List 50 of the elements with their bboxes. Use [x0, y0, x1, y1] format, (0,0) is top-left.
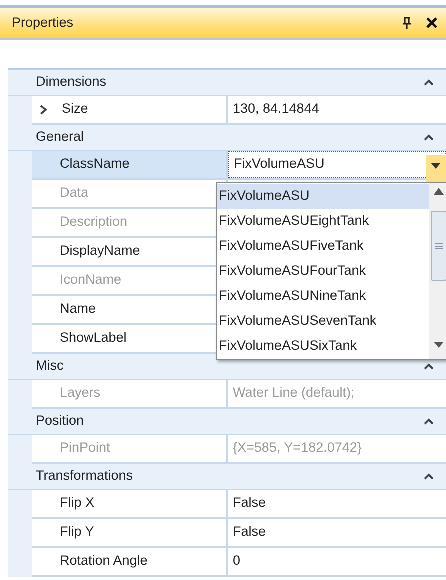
- category-label: Dimensions: [36, 73, 108, 92]
- property-name: PinPoint: [60, 439, 110, 458]
- collapse-chevron-icon[interactable]: [424, 79, 434, 86]
- collapse-chevron-icon[interactable]: [424, 134, 434, 141]
- property-value: False: [233, 494, 266, 512]
- grip-icon: [435, 242, 443, 250]
- property-name: Layers: [60, 384, 101, 402]
- property-name: Rotation Angle: [60, 552, 148, 570]
- property-name: DisplayName: [60, 242, 140, 260]
- property-name-cell[interactable]: Size: [32, 96, 216, 123]
- property-name: Data: [60, 184, 89, 202]
- property-name: ClassName: [60, 155, 130, 174]
- property-name: Size: [62, 100, 88, 118]
- dropdown-button[interactable]: [426, 155, 446, 182]
- dropdown-arrow-icon: [431, 163, 441, 169]
- dropdown-item[interactable]: FixVolumeASU: [217, 184, 429, 209]
- pin-icon[interactable]: [402, 17, 412, 29]
- property-name: Name: [60, 300, 96, 318]
- property-name: Description: [60, 213, 128, 232]
- category-label: Transformations: [36, 467, 134, 486]
- property-name: Flip X: [60, 494, 95, 512]
- property-name-cell[interactable]: Flip X: [32, 490, 216, 517]
- property-value: False: [233, 523, 266, 542]
- category-label: Position: [36, 412, 86, 430]
- property-name-cell[interactable]: Name: [32, 296, 216, 323]
- scrollbar[interactable]: [429, 183, 446, 359]
- property-name-cell[interactable]: DisplayName: [32, 238, 216, 265]
- property-value: {X=585, Y=182.0742}: [233, 439, 362, 458]
- collapse-chevron-icon[interactable]: [424, 473, 434, 480]
- property-name: Flip Y: [60, 523, 94, 542]
- property-value: 0: [233, 552, 241, 570]
- scroll-up-icon[interactable]: [433, 187, 445, 197]
- close-icon[interactable]: [426, 17, 438, 29]
- property-value: 130, 84.14844: [233, 100, 320, 118]
- scroll-down-icon[interactable]: [433, 341, 445, 349]
- dropdown-item[interactable]: FixVolumeASUSixTank: [217, 334, 429, 359]
- scroll-thumb[interactable]: [431, 211, 446, 281]
- property-name-cell[interactable]: ClassName: [32, 151, 216, 178]
- collapse-chevron-icon[interactable]: [424, 418, 434, 425]
- property-name-cell[interactable]: Rotation Angle: [32, 548, 216, 575]
- property-name-cell[interactable]: Flip Y: [32, 519, 216, 546]
- property-name: ShowLabel: [60, 329, 127, 348]
- property-name: IconName: [60, 271, 122, 290]
- property-value: FixVolumeASU: [234, 155, 325, 174]
- property-value: Water Line (default);: [233, 384, 355, 402]
- collapse-chevron-icon[interactable]: [424, 363, 434, 370]
- window-title: Properties: [12, 14, 75, 32]
- property-name-cell[interactable]: ShowLabel: [32, 325, 216, 352]
- category-label: General: [36, 128, 86, 146]
- category-label: Misc: [36, 357, 65, 376]
